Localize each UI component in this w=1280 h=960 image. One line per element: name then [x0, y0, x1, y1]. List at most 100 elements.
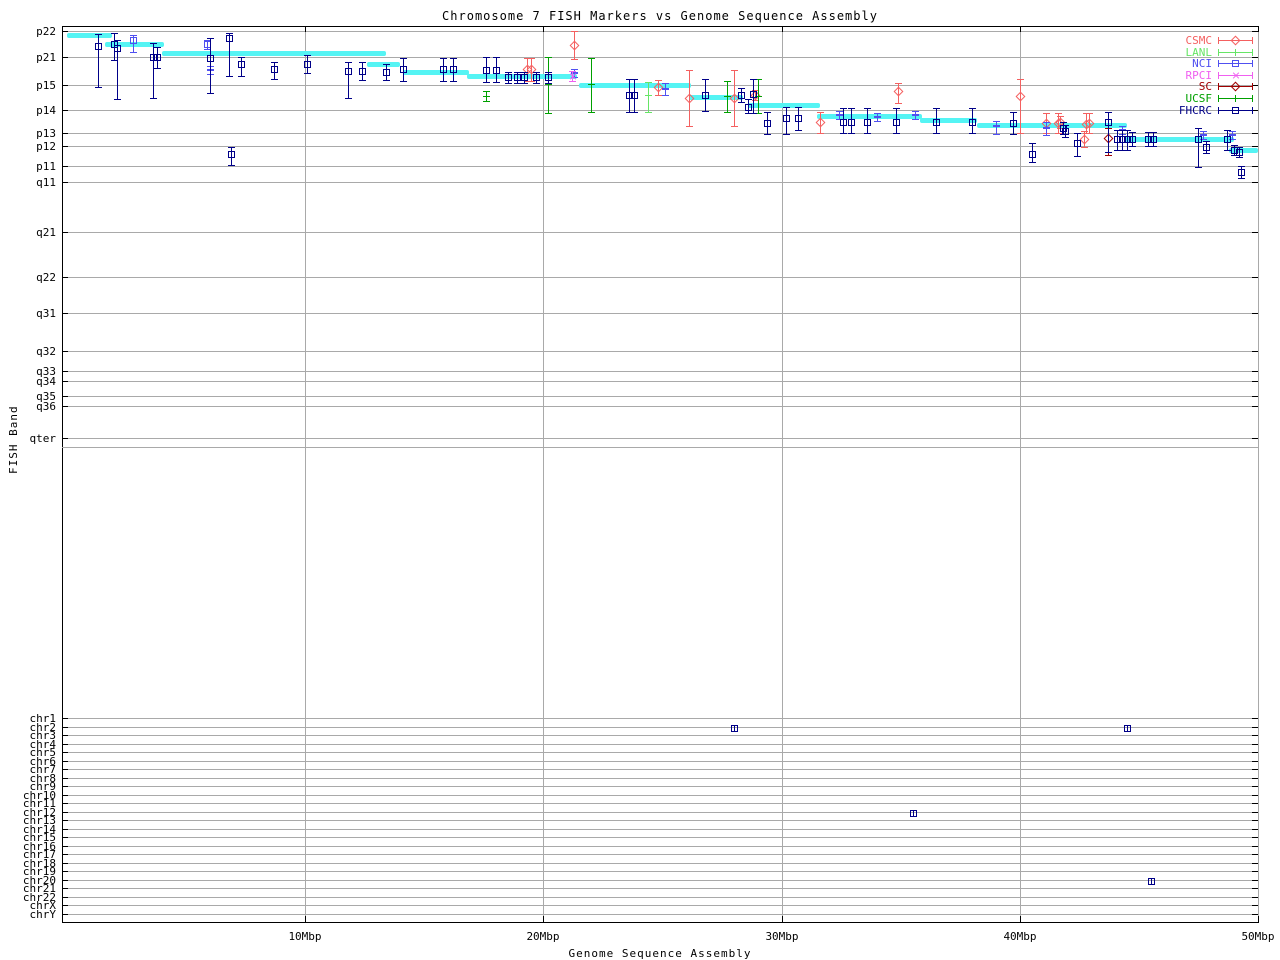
error-cap [207, 93, 214, 94]
error-bar [1198, 128, 1199, 167]
error-cap [1086, 113, 1093, 114]
y-tick-left [62, 735, 68, 736]
x-tick-label: 30Mbp [765, 930, 799, 943]
error-cap [1081, 147, 1088, 148]
gridline-h [62, 812, 1258, 813]
y-tick-right [1252, 761, 1258, 762]
error-cap [571, 59, 578, 60]
fhcrc-marker [1150, 136, 1157, 143]
error-cap [114, 99, 121, 100]
y-tick-right [1252, 735, 1258, 736]
error-cap [493, 82, 500, 83]
y-tick-label: p15 [36, 79, 56, 92]
fhcrc-marker [1203, 144, 1210, 151]
error-cap [304, 73, 311, 74]
error-cap [154, 68, 161, 69]
error-cap [731, 70, 738, 71]
error-bar [210, 38, 211, 93]
error-cap [304, 55, 311, 56]
plot-area-border [62, 26, 1259, 923]
error-cap [505, 83, 512, 84]
error-cap [1129, 146, 1136, 147]
error-bar [98, 34, 99, 87]
gridline-h [62, 854, 1258, 855]
error-cap [864, 133, 871, 134]
error-cap [528, 81, 535, 82]
error-cap [750, 79, 757, 80]
legend-sample-cap [1218, 49, 1219, 56]
fhcrc-marker [764, 120, 771, 127]
y-tick-label: q34 [36, 375, 56, 388]
ucsf-marker [727, 93, 728, 100]
y-tick-label: q22 [36, 271, 56, 284]
fhcrc-marker [864, 119, 871, 126]
error-cap [817, 133, 824, 134]
error-cap [895, 103, 902, 104]
error-cap [359, 80, 366, 81]
error-cap [545, 72, 552, 73]
gridline-h [62, 778, 1258, 779]
error-cap [440, 81, 447, 82]
gridline-v [1258, 26, 1259, 922]
gridline-h [62, 351, 1258, 352]
y-tick-right [1252, 829, 1258, 830]
fhcrc-marker [304, 61, 311, 68]
legend-sample-cap [1252, 107, 1253, 114]
gridline-h [62, 381, 1258, 382]
error-cap [521, 83, 528, 84]
y-tick-right [1252, 769, 1258, 770]
error-cap [1074, 133, 1081, 134]
gridline-h [62, 31, 1258, 32]
error-cap [1029, 162, 1036, 163]
assembly-segment [1124, 137, 1235, 142]
legend-label-csmc: CSMC [1185, 34, 1213, 47]
y-tick-right [1252, 837, 1258, 838]
y-tick-right [1252, 914, 1258, 915]
y-tick-left [62, 837, 68, 838]
error-bar [996, 121, 997, 134]
x-tick-bottom [1020, 916, 1021, 922]
error-cap [521, 72, 528, 73]
error-cap [569, 81, 576, 82]
y-tick-left [62, 438, 68, 439]
fhcrc-marker [400, 66, 407, 73]
ucsf-marker [486, 93, 487, 100]
error-cap [848, 133, 855, 134]
y-tick-label: p11 [36, 160, 56, 173]
x-tick-bottom [782, 916, 783, 922]
error-cap [848, 108, 855, 109]
error-cap [969, 133, 976, 134]
error-cap [662, 95, 669, 96]
y-tick-left [62, 396, 68, 397]
error-cap [1124, 150, 1131, 151]
gridline-v [305, 26, 306, 922]
error-cap [1229, 131, 1236, 132]
x-tick-top [782, 26, 783, 32]
error-cap [912, 111, 919, 112]
gridline-h [62, 786, 1258, 787]
fhcrc-marker [207, 55, 214, 62]
legend-sample-cap [1252, 72, 1253, 79]
error-cap [588, 58, 595, 59]
y-tick-left [62, 795, 68, 796]
error-cap [1203, 153, 1210, 154]
error-cap [1062, 137, 1069, 138]
fhcrc-marker [1124, 725, 1131, 732]
error-cap [1236, 147, 1243, 148]
y-tick-right [1252, 744, 1258, 745]
error-cap [662, 83, 669, 84]
gridline-h [62, 718, 1258, 719]
error-cap [645, 82, 652, 83]
legend-sample-marker [1232, 60, 1239, 67]
assembly-segment [402, 70, 470, 75]
fhcrc-marker [493, 67, 500, 74]
fhcrc-marker [505, 74, 512, 81]
error-cap [1195, 167, 1202, 168]
y-tick-right [1252, 277, 1258, 278]
error-cap [655, 80, 662, 81]
error-cap [1124, 130, 1131, 131]
fhcrc-marker [969, 119, 976, 126]
gridline-h [62, 829, 1258, 830]
gridline-h [62, 846, 1258, 847]
error-bar [1108, 112, 1109, 152]
